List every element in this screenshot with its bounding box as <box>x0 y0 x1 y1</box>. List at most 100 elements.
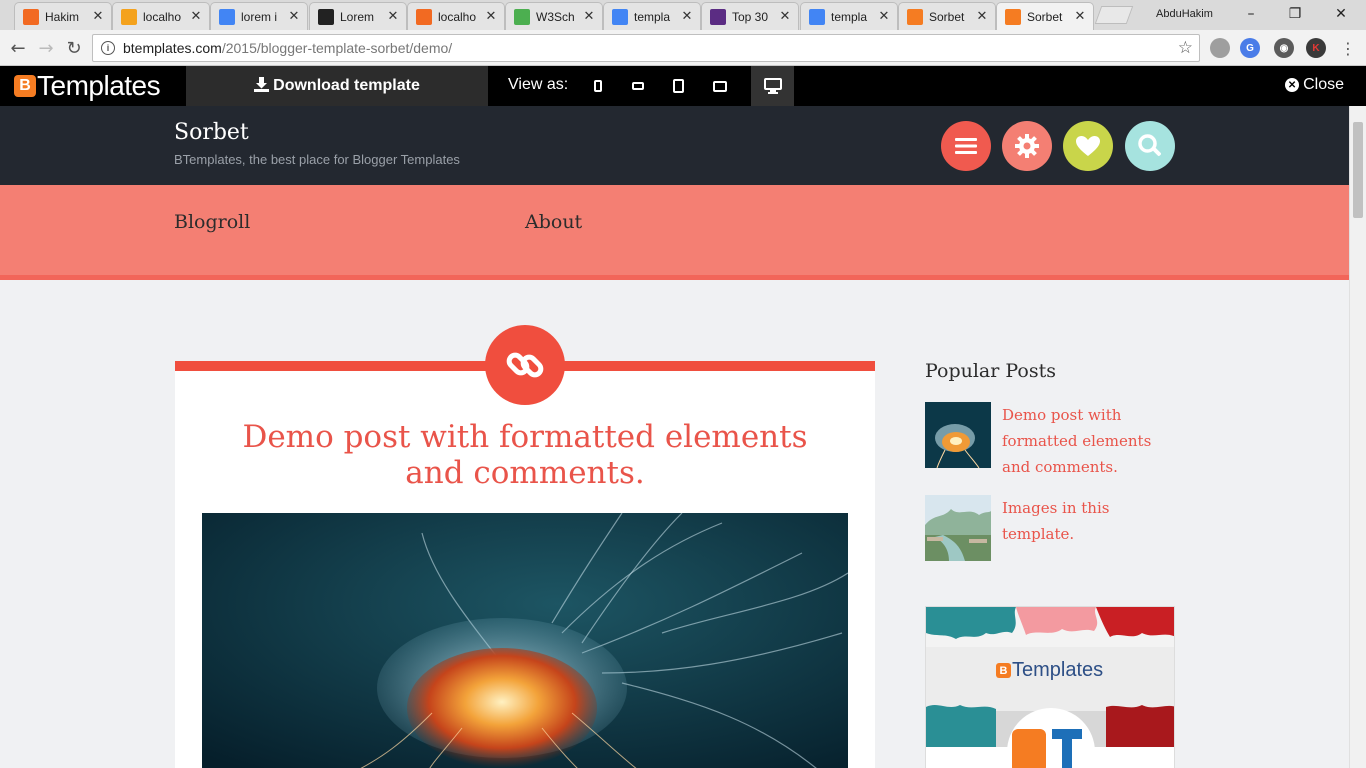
browser-tab[interactable]: lorem i ✕ <box>210 2 308 30</box>
popular-post-thumbnail-jellyfish[interactable] <box>925 402 991 468</box>
window-close-button[interactable]: ✕ <box>1318 2 1364 26</box>
page-scrollbar[interactable] <box>1349 106 1366 768</box>
browser-tab-title: Sorbet <box>1027 9 1063 24</box>
browser-tab[interactable]: Sorbet ✕ <box>996 2 1094 30</box>
new-tab-button[interactable] <box>1094 6 1134 24</box>
tab-close-icon[interactable]: ✕ <box>975 9 989 24</box>
popular-post-item[interactable]: Images in this template. <box>925 495 1182 561</box>
post-title[interactable]: Demo post with formatted elements and co… <box>175 419 875 491</box>
view-phone-portrait-button[interactable] <box>578 66 618 106</box>
translate-extension-icon[interactable]: G <box>1240 38 1260 58</box>
k-extension-icon[interactable]: K <box>1306 38 1326 58</box>
menu-item-blogroll[interactable]: Blogroll <box>174 211 250 233</box>
tab-close-icon[interactable]: ✕ <box>386 9 400 24</box>
phone-portrait-icon <box>594 80 602 92</box>
eye-extension-icon[interactable]: ◉ <box>1274 38 1294 58</box>
main-menu: Blogroll About <box>0 185 1349 280</box>
colorlib-icon <box>710 8 726 25</box>
browser-tab[interactable]: Lorem ✕ <box>309 2 407 30</box>
restore-button[interactable]: ❐ <box>1272 2 1318 26</box>
browser-tab[interactable]: Sorbet ✕ <box>898 2 996 30</box>
view-tablet-landscape-button[interactable] <box>700 66 740 106</box>
heart-icon <box>1076 136 1100 156</box>
bookmark-star-icon[interactable]: ☆ <box>1178 38 1193 58</box>
search-button[interactable] <box>1125 121 1175 171</box>
popular-post-item[interactable]: Demo post with formatted elements and co… <box>925 402 1182 480</box>
site-header: Sorbet BTemplates, the best place for Bl… <box>0 106 1349 185</box>
btemplates-banner[interactable]: B Templates <box>925 606 1175 768</box>
tab-close-icon[interactable]: ✕ <box>1073 9 1087 24</box>
browser-tab[interactable]: localho ✕ <box>112 2 210 30</box>
btemplates-logo[interactable]: B Templates <box>14 70 161 102</box>
profile-name[interactable]: AbduHakim <box>1156 8 1213 20</box>
w3schools-icon <box>514 8 530 25</box>
browser-tab-title: Sorbet <box>929 9 965 24</box>
post-card: Demo post with formatted elements and co… <box>175 361 875 768</box>
forward-button[interactable]: → <box>34 36 58 60</box>
site-description: BTemplates, the best place for Blogger T… <box>174 152 460 167</box>
browser-tab-title: localho <box>438 9 477 24</box>
back-button[interactable]: ← <box>6 36 30 60</box>
tab-close-icon[interactable]: ✕ <box>189 9 203 24</box>
tab-close-icon[interactable]: ✕ <box>287 9 301 24</box>
google-icon <box>612 8 628 25</box>
browser-tab[interactable]: templa ✕ <box>603 2 701 30</box>
tab-close-icon[interactable]: ✕ <box>582 9 596 24</box>
browser-tab[interactable]: Top 30 ✕ <box>701 2 799 30</box>
gear-icon <box>1015 134 1039 158</box>
browser-tab[interactable]: localho ✕ <box>407 2 505 30</box>
site-title[interactable]: Sorbet <box>174 120 249 145</box>
download-label: Download template <box>273 77 420 94</box>
logo-letter: B <box>14 75 36 97</box>
phone-landscape-icon <box>632 82 644 90</box>
page-viewport: Sorbet BTemplates, the best place for Bl… <box>0 106 1349 768</box>
browser-tab-title: Top 30 <box>732 9 769 24</box>
menu-toggle-button[interactable] <box>941 121 991 171</box>
settings-button[interactable] <box>1002 121 1052 171</box>
download-icon <box>254 76 270 96</box>
logo-text: Templates <box>37 70 161 101</box>
view-as-label: View as: <box>508 76 569 93</box>
browser-tabstrip: Hakim ✕ localho ✕ lorem i ✕ Lorem ✕ localho ✕ W3Sc… <box>0 0 1366 30</box>
globe-extension-icon[interactable] <box>1210 38 1230 58</box>
close-label: Close <box>1303 76 1344 93</box>
xampp-icon <box>416 8 432 25</box>
favorites-button[interactable] <box>1063 121 1113 171</box>
tab-close-icon[interactable]: ✕ <box>778 9 792 24</box>
browser-tab[interactable]: W3Sch ✕ <box>505 2 603 30</box>
tab-close-icon[interactable]: ✕ <box>484 9 498 24</box>
browser-tab[interactable]: templa ✕ <box>800 2 898 30</box>
browser-tab-title: Hakim <box>45 9 80 24</box>
browser-tab[interactable]: Hakim ✕ <box>14 2 112 30</box>
scrollbar-thumb[interactable] <box>1353 122 1363 218</box>
view-desktop-button[interactable] <box>751 66 794 106</box>
browser-tab-title: W3Sch <box>536 9 575 24</box>
phpmyadmin-icon <box>121 8 137 25</box>
reload-button[interactable]: ↻ <box>62 36 86 60</box>
tab-close-icon[interactable]: ✕ <box>91 9 105 24</box>
menu-item-about[interactable]: About <box>525 211 582 233</box>
download-template-button[interactable]: Download template <box>186 66 488 106</box>
tab-close-icon[interactable]: ✕ <box>680 9 694 24</box>
site-info-icon[interactable]: i <box>101 41 115 55</box>
menu-icon <box>955 138 977 154</box>
view-tablet-portrait-button[interactable] <box>658 66 698 106</box>
view-phone-landscape-button[interactable] <box>618 66 658 106</box>
minimize-button[interactable]: – <box>1228 2 1274 26</box>
chrome-menu-icon[interactable]: ⋮ <box>1336 36 1360 60</box>
search-icon <box>1138 134 1161 156</box>
tablet-landscape-icon <box>713 80 727 92</box>
lipsum-icon <box>318 8 334 25</box>
btemplates-icon <box>907 8 923 25</box>
popular-posts-title: Popular Posts <box>925 360 1056 382</box>
tab-close-icon[interactable]: ✕ <box>877 9 891 24</box>
btemplates-icon <box>1005 8 1021 25</box>
banner-brand-text: Templates <box>1012 659 1104 681</box>
popular-post-link[interactable]: Demo post with formatted elements and co… <box>1002 402 1182 480</box>
address-bar[interactable]: i btemplates.com/2015/blogger-template-s… <box>92 34 1200 62</box>
popular-post-link[interactable]: Images in this template. <box>1002 495 1182 561</box>
desktop-icon <box>763 78 782 94</box>
post-image-jellyfish[interactable] <box>202 513 848 768</box>
popular-post-thumbnail-river[interactable] <box>925 495 991 561</box>
close-demo-button[interactable]: ✕ Close <box>1285 76 1344 94</box>
